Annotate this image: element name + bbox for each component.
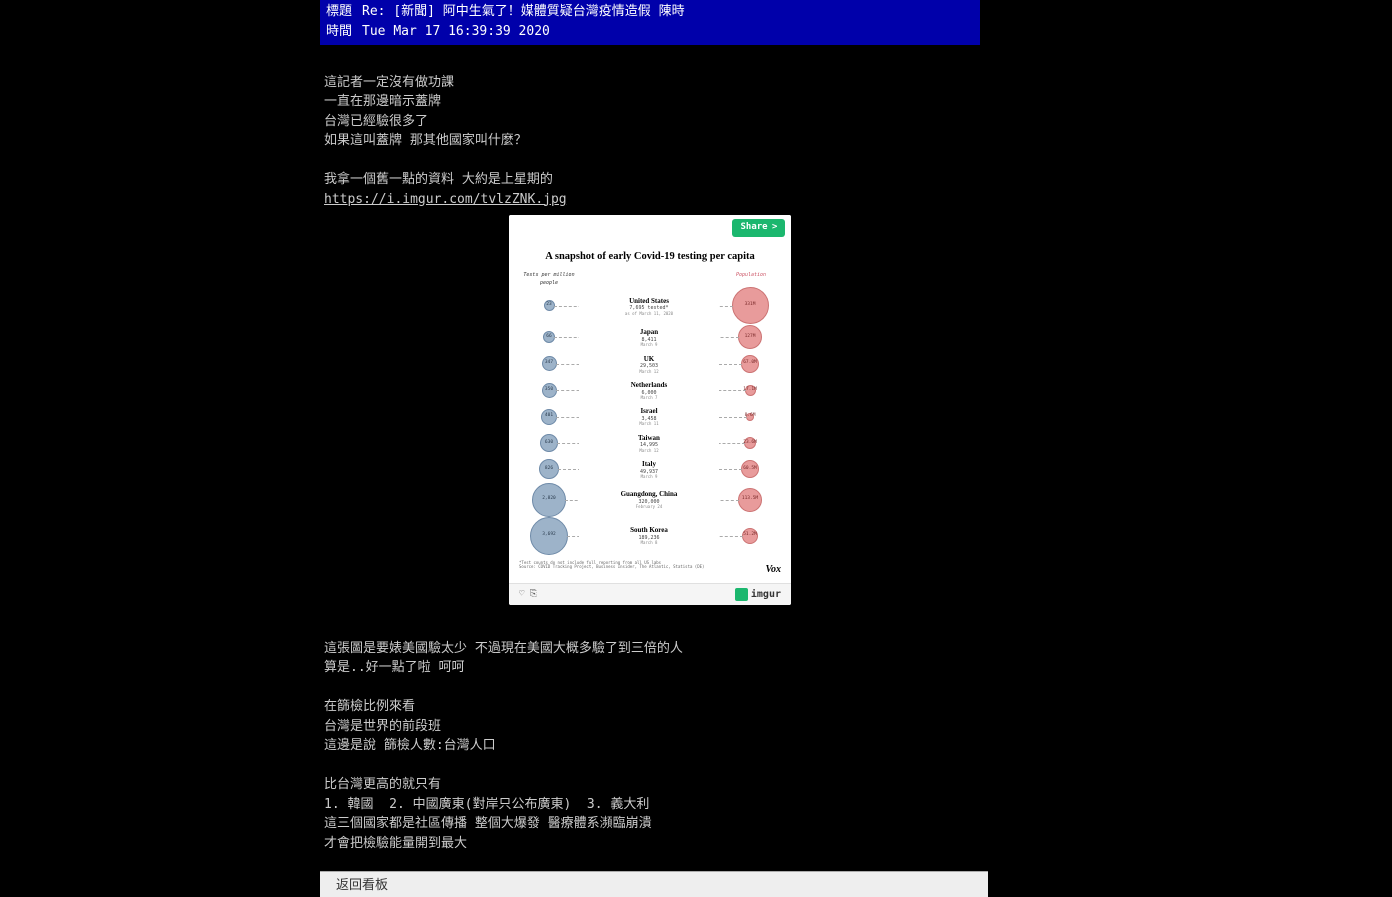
chart-row: 401Israel3,458March 118.6M: [519, 403, 781, 429]
header-time-value: Tue Mar 17 16:39:39 2020: [362, 22, 550, 42]
imgur-footer: ♡ ⎘ imgur: [509, 583, 791, 605]
post-line: 台灣已經驗很多了: [324, 114, 428, 129]
chart-row: 2,820Guangdong, China320,000February 241…: [519, 483, 781, 517]
chart-row: 630Taiwan14,995March 1223.6M: [519, 430, 781, 456]
population-bubble: 23.6M: [744, 437, 756, 449]
bottom-bar: 返回看板: [320, 871, 988, 897]
header-time-label: 時間: [326, 22, 352, 42]
tests-bubble: 401: [541, 409, 557, 425]
chart-row: 350Netherlands6,000March 717.1M: [519, 377, 781, 403]
chart-row: 23United States7,695 tested*as of March …: [519, 287, 781, 324]
legend-population: Population: [721, 272, 781, 287]
population-bubble: 67.0M: [741, 355, 759, 373]
chart-row: 347UK29,503March 1267.0M: [519, 351, 781, 377]
post-line: 台灣是世界的前段班: [324, 719, 441, 734]
date-label: March 9: [579, 475, 719, 479]
back-to-board-button[interactable]: 返回看板: [328, 874, 396, 896]
post-line: 一直在那邊暗示蓋牌: [324, 94, 441, 109]
country-name: Netherlands: [579, 380, 719, 391]
image-link[interactable]: https://i.imgur.com/tvlzZNK.jpg: [324, 192, 567, 207]
date-label: February 24: [579, 505, 719, 509]
population-bubble: 8.6M: [746, 413, 754, 421]
tests-bubble: 350: [542, 383, 557, 398]
post-line: 這記者一定沒有做功課: [324, 75, 454, 90]
date-label: March 12: [579, 370, 719, 374]
tests-bubble: 826: [539, 459, 559, 479]
date-label: as of March 11, 2020: [579, 312, 719, 316]
post-body-continued: 這張圖是要婊美國驗太少 不過現在美國大概多驗了到三倍的人 算是..好一點了啦 呵…: [320, 611, 980, 897]
post-line: 才會把檢驗能量開到最大: [324, 836, 467, 851]
imgur-icon: [735, 588, 748, 601]
population-bubble: 127M: [738, 325, 762, 349]
imgur-embed: Share A snapshot of early Covid-19 testi…: [509, 215, 791, 605]
post-line: 1. 韓國 2. 中國廣東(對岸只公布廣東) 3. 義大利: [324, 797, 649, 812]
date-label: March 9: [579, 343, 719, 347]
population-bubble: 331M: [732, 287, 769, 324]
date-label: March 8: [579, 541, 719, 545]
post-line: 這張圖是要婊美國驗太少 不過現在美國大概多驗了到三倍的人: [324, 641, 683, 656]
tests-bubble: 2,820: [532, 483, 566, 517]
post-line: 比台灣更高的就只有: [324, 777, 441, 792]
infographic-image: A snapshot of early Covid-19 testing per…: [509, 241, 791, 584]
chart-row: 3,692South Korea189,236March 851.2M: [519, 517, 781, 555]
post-line: 這邊是說 篩檢人數:台灣人口: [324, 738, 496, 753]
tests-bubble: 347: [542, 356, 557, 371]
chart-row: 66Japan8,411March 9127M: [519, 324, 781, 350]
post-line: 這三個國家都是社區傳播 整個大爆發 醫療體系瀕臨崩潰: [324, 816, 652, 831]
share-button[interactable]: Share: [732, 219, 785, 237]
population-bubble: 113.5M: [738, 488, 762, 512]
post-line: 如果這叫蓋牌 那其他國家叫什麼？: [324, 133, 527, 148]
chart-title: A snapshot of early Covid-19 testing per…: [519, 249, 781, 265]
header-title-label: 標題: [326, 2, 352, 22]
population-bubble: 60.5M: [741, 460, 759, 478]
legend-tests: Tests per million people: [519, 272, 579, 287]
embed-toolbar: Share: [509, 215, 791, 241]
date-label: March 12: [579, 449, 719, 453]
population-bubble: 51.2M: [742, 528, 758, 544]
chart-row: 826Italy49,937March 960.5M: [519, 456, 781, 482]
reactions[interactable]: ♡ ⎘: [519, 588, 537, 602]
date-label: March 11: [579, 422, 719, 426]
post-body: 這記者一定沒有做功課 一直在那邊暗示蓋牌 台灣已經驗很多了 如果這叫蓋牌 那其他…: [320, 45, 980, 209]
population-bubble: 17.1M: [745, 385, 756, 396]
tests-bubble: 3,692: [530, 517, 568, 555]
imgur-brand[interactable]: imgur: [735, 587, 781, 602]
date-label: March 7: [579, 396, 719, 400]
tests-bubble: 630: [540, 434, 558, 452]
header-title-value: Re: [新聞] 阿中生氣了！媒體質疑台灣疫情造假 陳時: [362, 2, 685, 22]
post-line: 我拿一個舊一點的資料 大約是上星期的: [324, 172, 553, 187]
article-header: 標題 Re: [新聞] 阿中生氣了！媒體質疑台灣疫情造假 陳時 時間 Tue M…: [320, 0, 980, 45]
post-line: 算是..好一點了啦 呵呵: [324, 660, 464, 675]
post-line: 在篩檢比例來看: [324, 699, 415, 714]
